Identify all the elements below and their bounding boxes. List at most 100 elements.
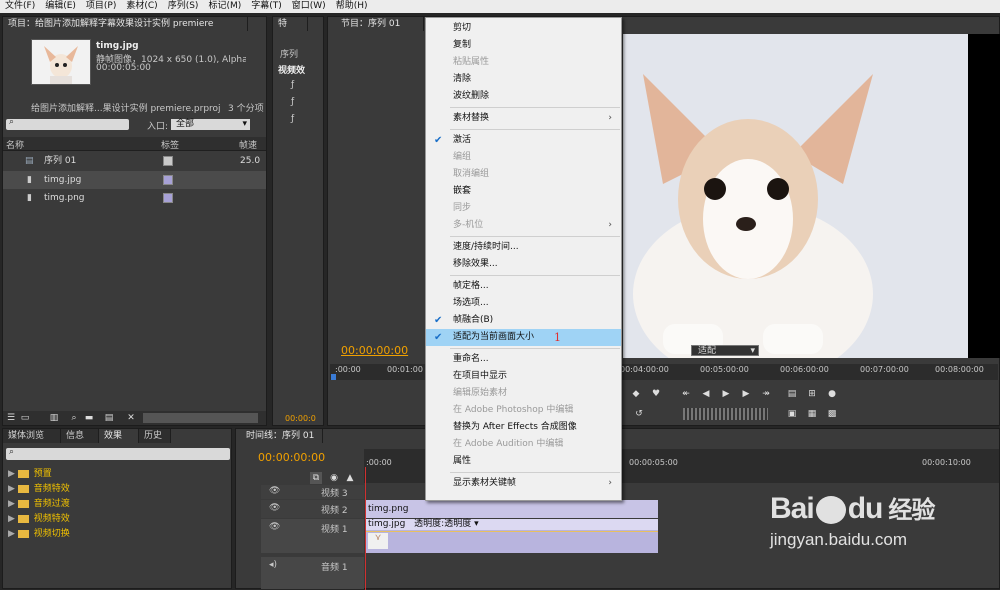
menu-item[interactable]: 清除 xyxy=(426,71,621,88)
list-item[interactable]: ▮ timg.png xyxy=(3,189,266,207)
menu-edit[interactable]: 编辑(E) xyxy=(40,0,81,13)
menu-project[interactable]: 项目(P) xyxy=(81,0,121,13)
program-timecode[interactable]: 00:00:00:00 xyxy=(341,344,408,357)
menu-item[interactable]: 场选项... xyxy=(426,295,621,312)
jog-shuttle[interactable] xyxy=(683,408,768,420)
clip-fx-dropdown[interactable]: 透明度:透明度 xyxy=(414,519,471,529)
loop-icon[interactable]: ↺ xyxy=(633,408,645,420)
icon-view-icon[interactable]: ▭ xyxy=(19,412,31,424)
speaker-icon[interactable]: ◂) xyxy=(269,560,277,570)
extract-icon[interactable]: ⊞ xyxy=(806,388,818,400)
tab-program[interactable]: 节目：序列 01 xyxy=(336,17,424,31)
tree-item-audio-effects[interactable]: ▶ 音频特效 xyxy=(8,482,70,497)
header-rate[interactable]: 帧速 xyxy=(239,138,257,151)
menu-item[interactable]: 波纹删除 xyxy=(426,88,621,105)
tree-item-audio-transitions[interactable]: ▶ 音频过渡 xyxy=(8,497,70,512)
menu-item-label: 在 Adobe Audition 中编辑 xyxy=(453,439,564,449)
menu-item[interactable]: 嵌套 xyxy=(426,183,621,200)
fit-dropdown[interactable]: 适配 ▾ xyxy=(691,345,759,356)
playhead-marker[interactable] xyxy=(331,374,336,380)
prev-frame-icon[interactable]: ◀ xyxy=(700,388,712,400)
folder-icon xyxy=(17,529,29,538)
search-input[interactable]: ⌕ xyxy=(6,117,129,130)
tree-item-presets[interactable]: ▶ 预置 xyxy=(8,467,52,482)
menu-item-label: 取消编组 xyxy=(453,169,490,179)
menu-item[interactable]: 在项目中显示 xyxy=(426,368,621,385)
lift-icon[interactable]: ▤ xyxy=(786,388,798,400)
clip-timg-png[interactable]: timg.png xyxy=(366,500,658,518)
tab-history[interactable]: 历史 xyxy=(139,429,171,443)
automate-icon[interactable]: ▥ xyxy=(48,412,60,424)
menu-item[interactable]: 显示素材关键帧 › xyxy=(426,475,621,492)
menu-item[interactable]: 适配为当前画面大小 ✔ 1 xyxy=(426,329,621,346)
trim-icon[interactable]: ▩ xyxy=(826,408,838,420)
next-frame-icon[interactable]: ▶ xyxy=(740,388,752,400)
list-view-icon[interactable]: ☰ xyxy=(5,412,17,424)
header-label[interactable]: 标签 xyxy=(161,138,179,151)
menu-marker[interactable]: 标记(M) xyxy=(203,0,246,13)
add-marker-icon[interactable]: ▲ xyxy=(344,472,356,484)
overlay-icon[interactable]: ▣ xyxy=(786,408,798,420)
menu-window[interactable]: 窗口(W) xyxy=(287,0,331,13)
menu-item[interactable]: 帧定格... xyxy=(426,278,621,295)
menu-item[interactable]: 剪切 xyxy=(426,20,621,37)
menu-clip[interactable]: 素材(C) xyxy=(121,0,162,13)
tab-media-browser[interactable]: 媒体浏览 xyxy=(3,429,61,443)
export-frame-icon[interactable]: ● xyxy=(826,388,838,400)
tab-effect-controls[interactable]: 特 xyxy=(273,17,308,31)
menu-title[interactable]: 字幕(T) xyxy=(246,0,287,13)
tree-item-video-transitions[interactable]: ▶ 视频切换 xyxy=(8,527,70,542)
find-icon[interactable]: ⌕ xyxy=(68,412,80,424)
in-dropdown[interactable]: 全部 ▾ xyxy=(171,119,250,130)
effects-search-input[interactable]: ⌕ xyxy=(6,447,230,460)
tab-effects[interactable]: 效果 xyxy=(99,429,139,443)
goto-out-icon[interactable]: ↠ xyxy=(760,388,772,400)
folder-icon xyxy=(17,469,29,478)
tab-info[interactable]: 信息 xyxy=(61,429,99,443)
header-name[interactable]: 名称 xyxy=(6,138,24,151)
tab-timeline[interactable]: 时间线：序列 01 xyxy=(241,429,323,443)
goto-in-icon[interactable]: ↞ xyxy=(680,388,692,400)
multicam-icon[interactable]: ▦ xyxy=(806,408,818,420)
fx-icon-opacity[interactable]: ƒ xyxy=(291,97,294,107)
delete-icon[interactable]: ✕ xyxy=(125,412,137,424)
menu-item[interactable]: 速度/持续时间... xyxy=(426,239,621,256)
fx-icon-time[interactable]: ƒ xyxy=(291,114,294,124)
eye-icon[interactable]: 👁 xyxy=(269,503,280,513)
menu-item[interactable]: 激活 ✔ xyxy=(426,132,621,149)
menu-item[interactable]: 复制 xyxy=(426,37,621,54)
mark-icon[interactable]: ♥ xyxy=(650,388,662,400)
menu-file[interactable]: 文件(F) xyxy=(0,0,40,13)
menu-item[interactable]: 帧融合(B) ✔ xyxy=(426,312,621,329)
menu-item[interactable]: 替换为 After Effects 合成图像 xyxy=(426,419,621,436)
marker-icon[interactable]: ◉ xyxy=(328,472,340,484)
clip-timg-jpg[interactable]: timg.jpg 透明度:透明度 ▾ ⋎ xyxy=(366,519,658,553)
menu-separator xyxy=(450,348,620,349)
list-item[interactable]: ▮ timg.jpg xyxy=(3,171,266,189)
bin-icon[interactable]: ▬ xyxy=(83,412,95,424)
tab-project[interactable]: 项目：给图片添加解释字幕效果设计实例 premiere xyxy=(3,17,248,31)
horizontal-scrollbar[interactable] xyxy=(143,413,258,423)
chevron-down-icon: ▾ xyxy=(750,346,755,356)
effect-timecode[interactable]: 00:00:0 xyxy=(285,414,316,423)
opacity-line[interactable] xyxy=(366,531,658,532)
menu-help[interactable]: 帮助(H) xyxy=(331,0,373,13)
menu-sequence[interactable]: 序列(S) xyxy=(163,0,204,13)
list-item[interactable]: ▤ 序列 01 25.0 xyxy=(3,152,266,170)
new-item-icon[interactable]: ▤ xyxy=(103,412,115,424)
menu-item[interactable]: 移除效果... xyxy=(426,256,621,273)
search-icon: ⌕ xyxy=(9,117,15,127)
play-icon[interactable]: ▶ xyxy=(720,388,732,400)
menu-item-label: 移除效果... xyxy=(453,259,498,269)
tree-item-video-effects[interactable]: ▶ 视频特效 xyxy=(8,512,70,527)
eye-icon[interactable]: 👁 xyxy=(269,486,280,496)
menu-item[interactable]: 素材替换 › xyxy=(426,110,621,127)
fx-icon-motion[interactable]: ƒ xyxy=(291,80,294,90)
eye-icon[interactable]: 👁 xyxy=(269,522,280,532)
label-swatch xyxy=(163,193,173,203)
snap-icon[interactable]: ⧉ xyxy=(310,472,322,484)
menu-item[interactable]: 重命名... xyxy=(426,351,621,368)
menu-item[interactable]: 属性 xyxy=(426,453,621,470)
step-back-icon[interactable]: ◆ xyxy=(630,388,642,400)
timeline-timecode[interactable]: 00:00:00:00 xyxy=(258,451,325,464)
